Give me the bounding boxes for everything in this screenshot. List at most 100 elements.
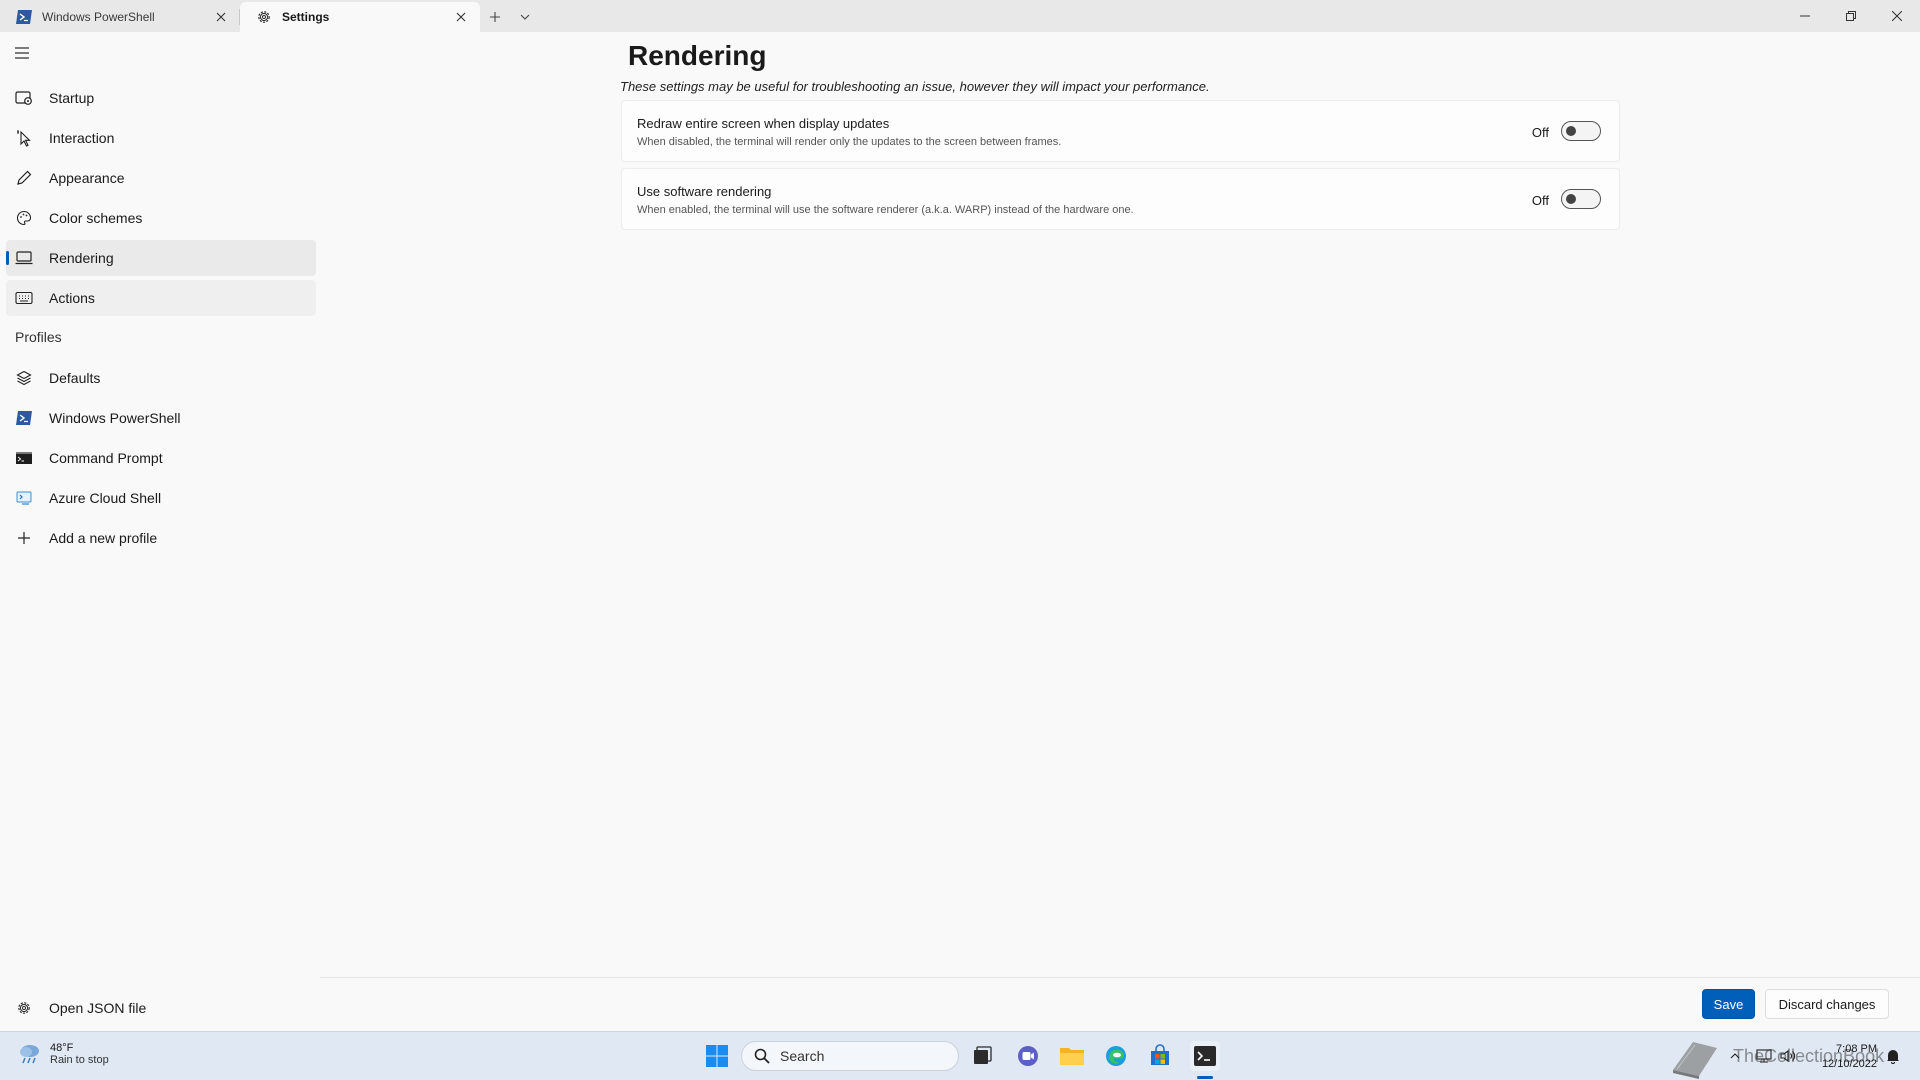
open-json-file-button[interactable]: Open JSON file xyxy=(6,990,316,1026)
close-icon xyxy=(1892,11,1902,21)
close-icon[interactable] xyxy=(452,8,470,26)
page-title: Rendering xyxy=(628,40,767,71)
toggle-state-label: Off xyxy=(1531,193,1549,208)
sidebar-item-rendering[interactable]: Rendering xyxy=(6,240,316,276)
system-clock[interactable]: 7:08 PM 12/10/2022 xyxy=(1822,1042,1877,1072)
tab-settings[interactable]: Settings xyxy=(240,2,480,32)
sidebar-item-azure-cloud-shell[interactable]: Azure Cloud Shell xyxy=(6,480,316,516)
gear-icon xyxy=(256,9,272,25)
clock-date: 12/10/2022 xyxy=(1821,1058,1877,1070)
toggle-state-label: Off xyxy=(1531,125,1549,140)
cmd-icon xyxy=(15,449,33,467)
sidebar-item-label: Interaction xyxy=(49,130,115,146)
sidebar-item-label: Rendering xyxy=(49,250,114,266)
new-tab-button[interactable] xyxy=(480,2,510,32)
tab-label: Settings xyxy=(282,10,330,24)
taskbar-search-box[interactable]: Search xyxy=(741,1041,959,1071)
close-icon[interactable] xyxy=(212,8,230,26)
sidebar-item-interaction[interactable]: Interaction xyxy=(6,120,316,156)
sidebar-item-windows-powershell[interactable]: Windows PowerShell xyxy=(6,400,316,436)
setting-description: When enabled, the terminal will use the … xyxy=(637,204,1134,216)
notifications-button[interactable] xyxy=(1885,1048,1901,1064)
startup-icon xyxy=(15,89,33,107)
microsoft-store-button[interactable] xyxy=(1145,1041,1175,1071)
tab-dropdown-button[interactable] xyxy=(510,2,540,32)
sidebar-item-label: Add a new profile xyxy=(49,530,158,546)
bell-icon xyxy=(1887,1050,1899,1064)
setting-software-rendering: Use software rendering When enabled, the… xyxy=(621,168,1620,230)
restore-button[interactable] xyxy=(1828,0,1874,32)
setting-title: Use software rendering xyxy=(637,184,772,199)
store-icon xyxy=(1151,1044,1169,1065)
file-explorer-button[interactable] xyxy=(1057,1041,1087,1071)
chat-button[interactable] xyxy=(1013,1041,1043,1071)
setting-redraw-entire-screen: Redraw entire screen when display update… xyxy=(621,100,1620,162)
keyboard-icon xyxy=(15,289,33,307)
sidebar-item-defaults[interactable]: Defaults xyxy=(6,360,316,396)
volume-button[interactable] xyxy=(1780,1048,1796,1064)
show-hidden-icons-button[interactable] xyxy=(1727,1048,1743,1064)
terminal-button[interactable] xyxy=(1190,1041,1220,1071)
sidebar-item-label: Command Prompt xyxy=(49,450,163,466)
windows-logo-icon xyxy=(706,1045,728,1067)
chevron-down-icon xyxy=(520,14,530,20)
toggle-knob xyxy=(1566,194,1576,204)
discard-changes-button[interactable]: Discard changes xyxy=(1765,989,1889,1019)
sidebar-item-command-prompt[interactable]: Command Prompt xyxy=(6,440,316,476)
cursor-icon xyxy=(15,129,33,147)
network-icon xyxy=(1756,1049,1772,1063)
redraw-entire-screen-toggle[interactable] xyxy=(1561,121,1601,141)
sidebar-item-startup[interactable]: Startup xyxy=(6,80,316,116)
plus-icon xyxy=(15,529,33,547)
software-rendering-toggle[interactable] xyxy=(1561,189,1601,209)
hamburger-menu-button[interactable] xyxy=(14,46,34,62)
plus-icon xyxy=(490,12,500,22)
clock-time: 7:08 PM xyxy=(1836,1043,1877,1055)
close-window-button[interactable] xyxy=(1874,0,1920,32)
sidebar-item-appearance[interactable]: Appearance xyxy=(6,160,316,196)
toggle-knob xyxy=(1566,126,1576,136)
search-label: Search xyxy=(780,1048,825,1064)
volume-icon xyxy=(1780,1049,1795,1063)
powershell-icon xyxy=(16,9,32,25)
chevron-up-icon xyxy=(1730,1053,1740,1059)
open-json-label: Open JSON file xyxy=(49,1000,147,1016)
active-app-indicator xyxy=(1197,1076,1213,1079)
start-button[interactable] xyxy=(702,1041,732,1071)
tab-windows-powershell[interactable]: Windows PowerShell xyxy=(0,2,240,32)
profiles-section-header: Profiles xyxy=(15,329,62,345)
book-watermark-icon xyxy=(1673,1042,1717,1079)
weather-widget[interactable]: 48°F Rain to stop xyxy=(16,1040,109,1068)
search-icon xyxy=(754,1048,770,1064)
task-view-icon xyxy=(974,1046,992,1064)
minimize-icon xyxy=(1800,15,1810,17)
sidebar-item-actions[interactable]: Actions xyxy=(6,280,316,316)
sidebar-item-add-new-profile[interactable]: Add a new profile xyxy=(6,520,316,556)
sidebar-item-label: Defaults xyxy=(49,370,101,386)
sidebar-item-label: Startup xyxy=(49,90,95,106)
azure-icon xyxy=(15,489,33,507)
weather-temperature: 48°F xyxy=(50,1042,74,1054)
gear-icon xyxy=(15,999,33,1017)
network-button[interactable] xyxy=(1756,1048,1772,1064)
sidebar-item-label: Azure Cloud Shell xyxy=(49,490,162,506)
restore-icon xyxy=(1846,11,1856,21)
chat-icon xyxy=(1018,1046,1038,1066)
task-view-button[interactable] xyxy=(967,1041,997,1071)
footer-divider xyxy=(320,977,1920,978)
powershell-icon xyxy=(15,409,33,427)
page-subtitle: These settings may be useful for trouble… xyxy=(620,79,1210,94)
folder-icon xyxy=(1060,1048,1084,1065)
tab-label: Windows PowerShell xyxy=(42,10,155,24)
pen-icon xyxy=(15,169,33,187)
rain-cloud-icon xyxy=(20,1045,39,1064)
weather-condition: Rain to stop xyxy=(50,1054,109,1066)
sidebar-item-color-schemes[interactable]: Color schemes xyxy=(6,200,316,236)
save-button[interactable]: Save xyxy=(1702,989,1755,1019)
minimize-button[interactable] xyxy=(1782,0,1828,32)
setting-title: Redraw entire screen when display update… xyxy=(637,116,890,131)
edge-browser-button[interactable] xyxy=(1101,1041,1131,1071)
sidebar-item-label: Color schemes xyxy=(49,210,143,226)
sidebar: Startup Interaction Appearance Color sch… xyxy=(0,32,320,1031)
palette-icon xyxy=(15,209,33,227)
